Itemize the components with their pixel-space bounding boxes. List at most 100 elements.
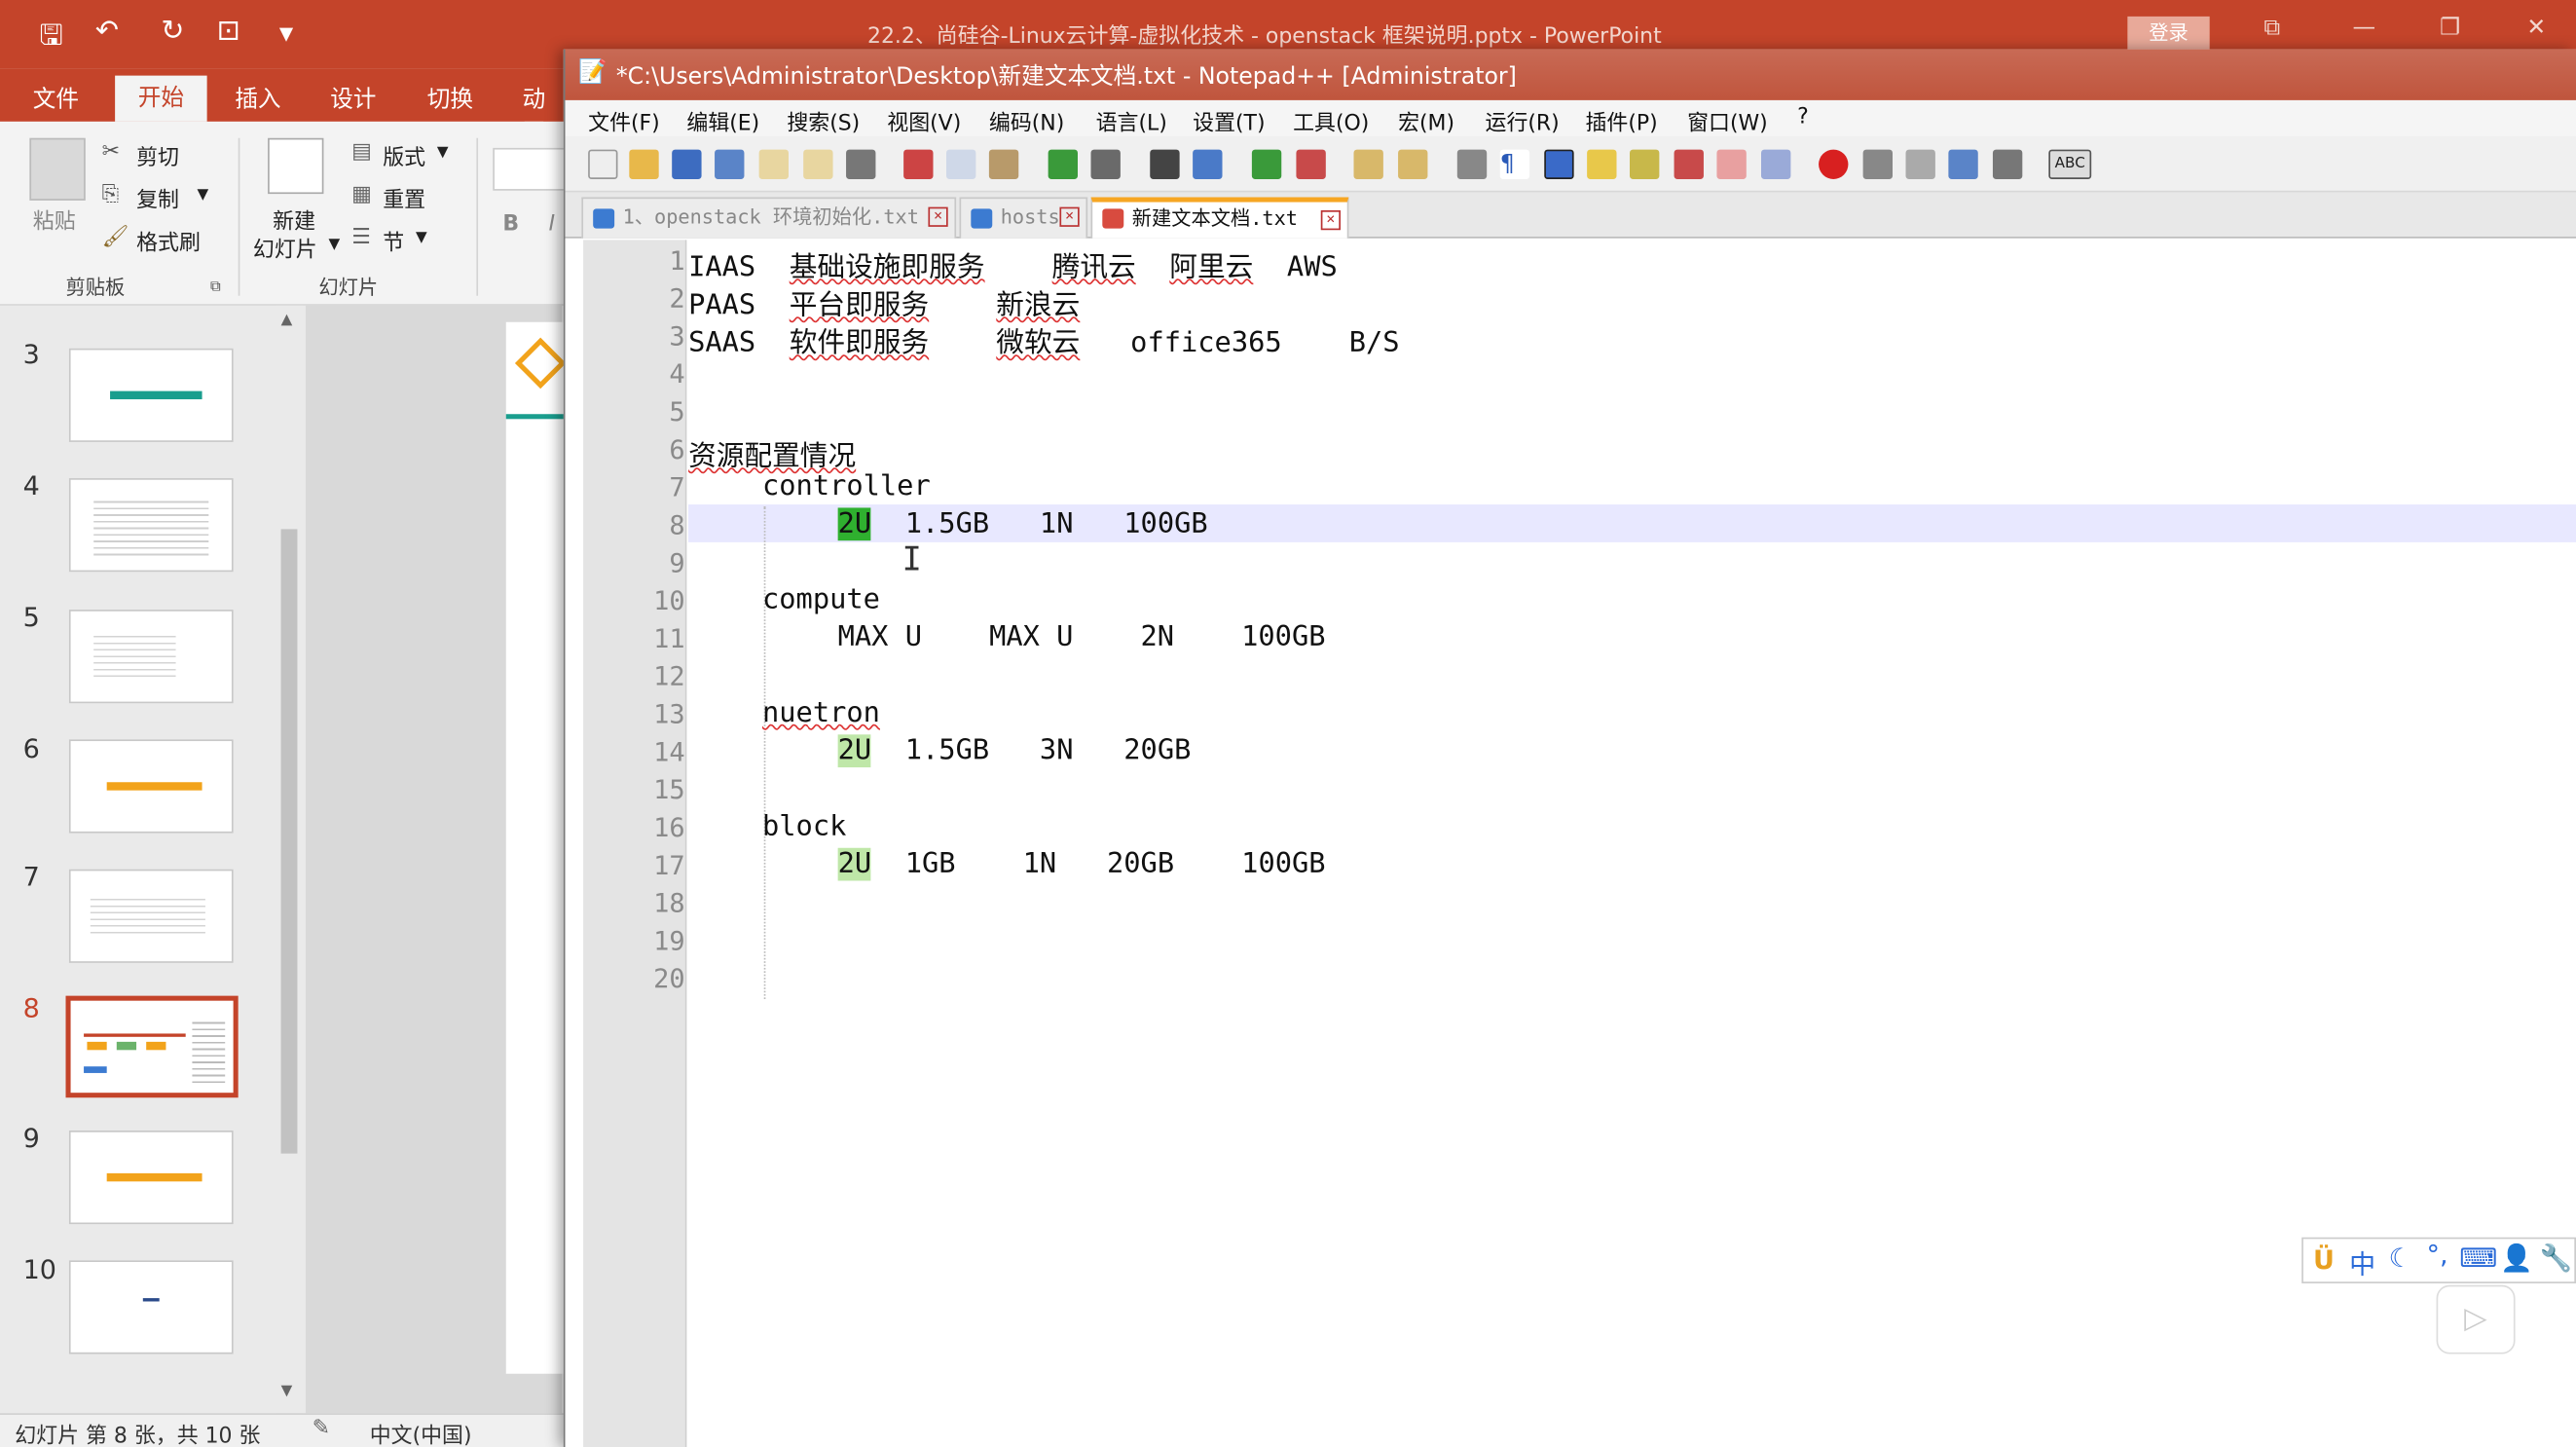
menu-macro[interactable]: 宏(M)	[1398, 105, 1454, 136]
zoom-in-icon[interactable]	[1251, 149, 1282, 179]
tab-file[interactable]: 文件	[33, 82, 79, 115]
login-button[interactable]: 登录	[2127, 16, 2210, 50]
slide-thumbnail[interactable]	[68, 348, 234, 442]
ribbon-display-icon[interactable]: ⧉	[2263, 15, 2280, 41]
spellcheck-icon[interactable]: ABC	[2048, 149, 2092, 179]
file-tab[interactable]: 1、openstack 环境初始化.txt ×	[581, 197, 957, 239]
copy-dropdown-icon[interactable]: ▼	[198, 187, 209, 204]
keyboard-icon[interactable]: ⌨	[2459, 1243, 2497, 1274]
font-name-input[interactable]	[493, 147, 568, 191]
new-slide-dropdown-icon[interactable]: ▼	[329, 237, 341, 253]
scroll-up-icon[interactable]: ▲	[281, 313, 293, 329]
copy-button[interactable]: 复制	[136, 182, 179, 213]
menu-settings[interactable]: 设置(T)	[1193, 105, 1265, 136]
stop-macro-icon[interactable]	[1862, 149, 1893, 179]
zoom-out-icon[interactable]	[1296, 149, 1326, 179]
sync-horizontal-icon[interactable]	[1398, 149, 1428, 179]
tab-design[interactable]: 设计	[330, 82, 376, 115]
indent-guide-icon[interactable]	[1544, 149, 1574, 179]
bold-icon[interactable]: B	[502, 212, 519, 237]
close-icon[interactable]: ✕	[2526, 15, 2546, 41]
cut-icon[interactable]	[903, 149, 934, 179]
close-all-icon[interactable]	[803, 149, 833, 179]
redo-icon[interactable]: ↻	[161, 15, 184, 48]
menu-tools[interactable]: 工具(O)	[1293, 105, 1369, 136]
menu-encoding[interactable]: 编码(N)	[989, 105, 1064, 136]
slide-thumbnail-selected[interactable]	[65, 995, 239, 1098]
slide-thumbnail[interactable]	[68, 610, 234, 704]
clipboard-launcher-icon[interactable]: ⧉	[210, 279, 221, 296]
save-all-icon[interactable]	[715, 149, 745, 179]
thumbnail-scrollbar[interactable]: ▲ ▼	[276, 305, 303, 1414]
new-slide-label-1[interactable]: 新建	[273, 204, 315, 235]
save-macro-icon[interactable]	[1992, 149, 2023, 179]
menu-language[interactable]: 语言(L)	[1096, 105, 1167, 136]
slide-thumbnail[interactable]	[68, 478, 234, 573]
menu-search[interactable]: 搜索(S)	[787, 105, 860, 136]
show-all-chars-icon[interactable]: ¶	[1499, 149, 1530, 179]
punctuation-icon[interactable]: °,	[2426, 1239, 2447, 1270]
copy-icon[interactable]	[946, 149, 976, 179]
customize-qat-icon[interactable]: ▼	[279, 23, 293, 45]
menu-plugins[interactable]: 插件(P)	[1585, 105, 1657, 136]
paste-icon[interactable]	[988, 149, 1019, 179]
new-slide-label-2[interactable]: 幻灯片	[253, 232, 317, 263]
tab-home[interactable]: 开始	[115, 75, 207, 122]
cut-button[interactable]: 剪切	[136, 139, 179, 170]
save-icon[interactable]: 🖫	[40, 15, 63, 62]
layout-dropdown-icon[interactable]: ▼	[437, 145, 449, 162]
folder-workspace-icon[interactable]	[1716, 149, 1747, 179]
slide-thumbnail[interactable]	[68, 1260, 234, 1354]
open-file-icon[interactable]	[629, 149, 659, 179]
sync-vertical-icon[interactable]	[1353, 149, 1383, 179]
section-button[interactable]: 节	[383, 225, 404, 256]
scroll-down-icon[interactable]: ▼	[281, 1384, 293, 1400]
close-tab-icon[interactable]: ×	[1059, 206, 1080, 227]
play-button[interactable]: ▷	[2436, 1284, 2516, 1354]
slide-canvas[interactable]	[505, 321, 572, 1374]
italic-icon[interactable]: I	[549, 212, 555, 237]
slideshow-icon[interactable]: ⊡	[217, 15, 240, 48]
user-icon[interactable]: 👤	[2500, 1243, 2533, 1274]
slide-thumbnail[interactable]	[68, 869, 234, 963]
redo-icon[interactable]	[1090, 149, 1121, 179]
proofing-icon[interactable]: ✎	[313, 1417, 330, 1441]
print-icon[interactable]	[846, 149, 876, 179]
menu-edit[interactable]: 编辑(E)	[686, 105, 759, 136]
function-list-icon[interactable]	[1674, 149, 1704, 179]
record-macro-icon[interactable]	[1819, 149, 1849, 179]
menu-help[interactable]: ?	[1797, 105, 1809, 130]
scrollbar-thumb[interactable]	[280, 529, 298, 1154]
replace-icon[interactable]	[1193, 149, 1223, 179]
play-macro-icon[interactable]	[1905, 149, 1935, 179]
ime-logo-icon[interactable]: Ü	[2313, 1243, 2335, 1275]
ime-mode-indicator[interactable]: 中	[2349, 1243, 2375, 1282]
new-file-icon[interactable]	[588, 149, 618, 179]
paste-button[interactable]: 粘贴	[33, 204, 76, 235]
slide-thumbnail[interactable]	[68, 1131, 234, 1225]
new-slide-icon[interactable]	[268, 137, 324, 195]
undo-icon[interactable]	[1048, 149, 1078, 179]
menu-window[interactable]: 窗口(W)	[1687, 105, 1768, 136]
paste-icon[interactable]	[29, 137, 86, 201]
save-icon[interactable]	[672, 149, 702, 179]
language-status[interactable]: 中文(中国)	[370, 1418, 472, 1447]
word-wrap-icon[interactable]	[1456, 149, 1488, 179]
moon-icon[interactable]: ☾	[2389, 1243, 2412, 1274]
text-editor[interactable]	[686, 240, 2576, 1447]
run-macro-multiple-icon[interactable]	[1948, 149, 1978, 179]
section-dropdown-icon[interactable]: ▼	[416, 230, 427, 246]
menu-view[interactable]: 视图(V)	[887, 105, 961, 136]
undo-icon[interactable]: ↶	[95, 15, 119, 48]
maximize-icon[interactable]: ❐	[2440, 15, 2460, 41]
close-tab-icon[interactable]: ×	[928, 206, 948, 227]
file-tab[interactable]: hosts ×	[959, 197, 1088, 239]
format-painter-button[interactable]: 格式刷	[136, 225, 201, 256]
doc-map-icon[interactable]	[1630, 149, 1660, 179]
close-tab-icon[interactable]: ×	[1320, 210, 1341, 231]
reset-button[interactable]: 重置	[383, 182, 425, 213]
minimize-icon[interactable]: —	[2353, 15, 2376, 41]
tab-insert[interactable]: 插入	[235, 82, 280, 115]
tab-transitions[interactable]: 切换	[427, 82, 473, 115]
udl-icon[interactable]	[1587, 149, 1617, 179]
